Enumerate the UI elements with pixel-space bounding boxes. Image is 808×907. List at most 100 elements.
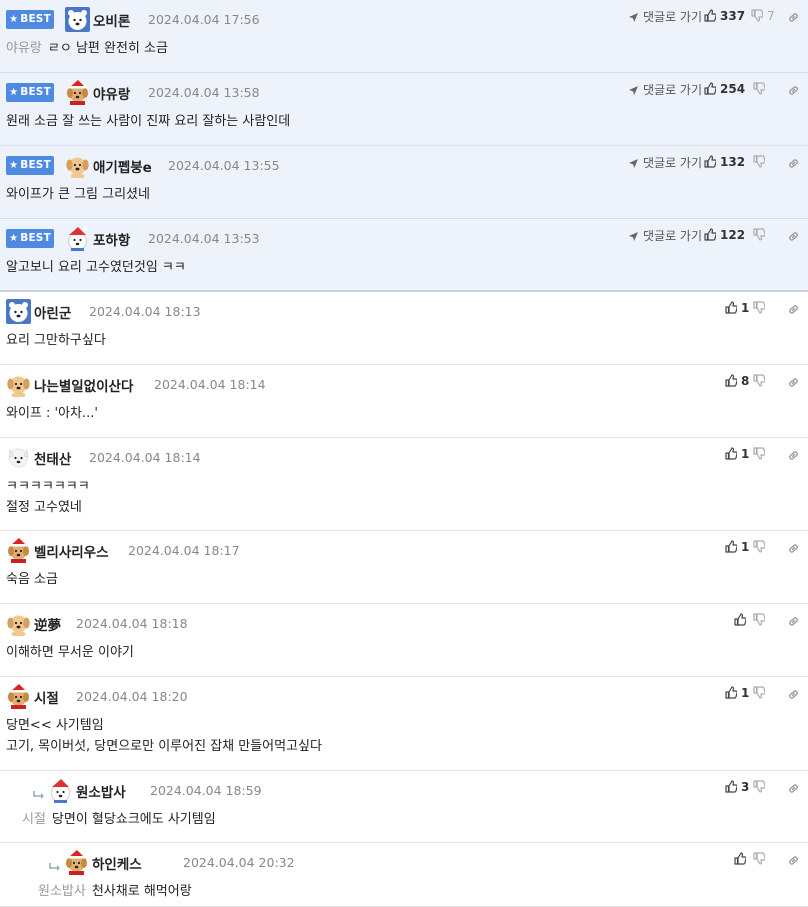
author-nickname[interactable]: 하인케스 — [92, 853, 142, 873]
upvote-button[interactable]: 3 — [724, 780, 749, 794]
comment-text-line: 고기, 목이버섯, 당면으로만 이루어진 잡채 만들어먹고싶다 — [6, 739, 322, 754]
upvote-button[interactable]: 1 — [724, 301, 749, 315]
reply-arrow-icon — [32, 787, 46, 799]
downvote-button[interactable] — [752, 301, 766, 315]
copy-link-icon[interactable] — [787, 9, 800, 28]
downvote-button[interactable] — [752, 540, 766, 554]
comment: 逆夢 2024.04.04 18:18 이해하면 무서운 이야기 — [0, 604, 808, 677]
comment-text-line: 숙음 소금 — [6, 572, 58, 587]
comment-date: 2024.04.04 18:18 — [76, 616, 188, 631]
copy-link-icon[interactable] — [787, 374, 800, 393]
author-nickname[interactable]: 천태산 — [34, 448, 71, 468]
goto-comment-link[interactable]: 댓글로 가기 — [628, 8, 702, 25]
copy-link-icon[interactable] — [787, 301, 800, 320]
author-nickname[interactable]: 포하항 — [93, 229, 130, 249]
author-nickname[interactable]: 逆夢 — [34, 614, 61, 634]
thumbs-down-icon — [752, 374, 766, 388]
comment: 시절 2024.04.04 18:20 당면<< 사기템임 고기, 목이버섯, 당면으… — [0, 677, 808, 771]
thumbs-up-icon — [724, 447, 738, 461]
upvote-count: 1 — [741, 540, 750, 554]
reply-mention[interactable]: 시절 — [22, 812, 46, 827]
white-dog-avatar[interactable] — [6, 445, 31, 470]
author-nickname[interactable]: 나는별일없이산다 — [34, 375, 133, 395]
santa-dog-avatar[interactable] — [64, 850, 89, 875]
comment-text-line: 원래 소금 잘 쓰는 사람이 진짜 요리 잘하는 사람인데 — [6, 114, 291, 129]
downvote-button[interactable] — [752, 613, 766, 627]
author-nickname[interactable]: 오비론 — [93, 10, 130, 30]
copy-link-icon[interactable] — [787, 155, 800, 174]
bear-avatar[interactable] — [6, 299, 31, 324]
upvote-count: 337 — [720, 9, 746, 23]
puppy-avatar[interactable] — [6, 611, 31, 637]
upvote-button[interactable] — [733, 852, 747, 866]
comment-date: 2024.04.04 18:14 — [154, 377, 266, 392]
comment-body: 시절 당면이 혈당쇼크에도 사기템임 — [22, 809, 216, 830]
best-comment: ★ BEST 야유랑 2024.04.04 13:58 원래 소금 잘 쓰는 사람이 진… — [0, 73, 808, 146]
downvote-button[interactable]: 7 — [750, 9, 775, 23]
upvote-count: 132 — [720, 155, 746, 169]
downvote-button[interactable] — [752, 82, 766, 96]
copy-link-icon[interactable] — [787, 686, 800, 705]
comment-date: 2024.04.04 18:17 — [128, 543, 240, 558]
thumbs-up-icon — [724, 374, 738, 388]
author-nickname[interactable]: 야유랑 — [93, 83, 130, 103]
comment-body: 야유랑 ㄹㅇ 남편 완전히 소금 — [6, 38, 168, 59]
author-nickname[interactable]: 애기펩붕e — [93, 156, 152, 176]
comment-date: 2024.04.04 18:59 — [150, 783, 262, 798]
comment-text-line: 천사채로 해먹어랑 — [91, 884, 192, 899]
upvote-button[interactable]: 254 — [703, 82, 745, 96]
upvote-button[interactable]: 1 — [724, 447, 749, 461]
comment-body: ㅋㅋㅋㅋㅋㅋㅋ 절정 고수였네 — [6, 476, 90, 518]
comment-text-line: 이해하면 무서운 이야기 — [6, 645, 134, 660]
copy-link-icon[interactable] — [787, 613, 800, 632]
puppy-avatar[interactable] — [6, 372, 31, 398]
copy-link-icon[interactable] — [787, 82, 800, 101]
downvote-button[interactable] — [752, 447, 766, 461]
puppy-avatar[interactable] — [65, 153, 90, 179]
reply-mention[interactable]: 야유랑 — [6, 41, 42, 56]
downvote-button[interactable] — [752, 228, 766, 242]
santa-dog-avatar[interactable] — [65, 80, 90, 105]
reply-comment: 원소밥사 2024.04.04 18:59 시절 당면이 혈당쇼크에도 사기템임 3 — [0, 771, 808, 843]
upvote-button[interactable]: 337 — [703, 9, 745, 23]
author-nickname[interactable]: 아린군 — [34, 302, 71, 322]
santa-dog-avatar[interactable] — [6, 538, 31, 563]
downvote-button[interactable] — [752, 686, 766, 700]
comment-date: 2024.04.04 13:58 — [148, 85, 260, 100]
thumbs-up-icon — [733, 852, 747, 866]
santa-dog-avatar[interactable] — [6, 684, 31, 709]
copy-link-icon[interactable] — [787, 852, 800, 871]
author-nickname[interactable]: 원소밥사 — [76, 781, 126, 801]
upvote-button[interactable]: 8 — [724, 374, 749, 388]
goto-comment-link[interactable]: 댓글로 가기 — [628, 154, 702, 171]
comment-text-line: ㅋㅋㅋㅋㅋㅋㅋ — [6, 479, 90, 494]
comment-body: 숙음 소금 — [6, 569, 58, 590]
upvote-count: 3 — [741, 780, 750, 794]
bear-avatar[interactable] — [65, 7, 90, 32]
upvote-button[interactable]: 132 — [703, 155, 745, 169]
upvote-button[interactable]: 122 — [703, 228, 745, 242]
copy-link-icon[interactable] — [787, 447, 800, 466]
comment-date: 2024.04.04 18:14 — [89, 450, 201, 465]
upvote-button[interactable]: 1 — [724, 540, 749, 554]
author-nickname[interactable]: 시절 — [34, 687, 59, 707]
comment-text-line: 요리 그만하구싶다 — [6, 333, 106, 348]
downvote-button[interactable] — [752, 780, 766, 794]
bear-santa-avatar[interactable] — [48, 778, 73, 803]
downvote-button[interactable] — [752, 852, 766, 866]
bear-santa-avatar[interactable] — [65, 226, 90, 251]
goto-comment-link[interactable]: 댓글로 가기 — [628, 227, 702, 244]
upvote-button[interactable] — [733, 613, 747, 627]
comment: 아린군 2024.04.04 18:13 요리 그만하구싶다 1 — [0, 292, 808, 365]
downvote-button[interactable] — [752, 374, 766, 388]
downvote-button[interactable] — [752, 155, 766, 169]
reply-mention[interactable]: 원소밥사 — [38, 884, 86, 899]
thumbs-down-icon — [752, 613, 766, 627]
author-nickname[interactable]: 벨리사리우스 — [34, 541, 109, 561]
copy-link-icon[interactable] — [787, 540, 800, 559]
upvote-button[interactable]: 1 — [724, 686, 749, 700]
reply-arrow-icon — [48, 859, 62, 871]
goto-comment-link[interactable]: 댓글로 가기 — [628, 81, 702, 98]
copy-link-icon[interactable] — [787, 228, 800, 247]
copy-link-icon[interactable] — [787, 780, 800, 799]
